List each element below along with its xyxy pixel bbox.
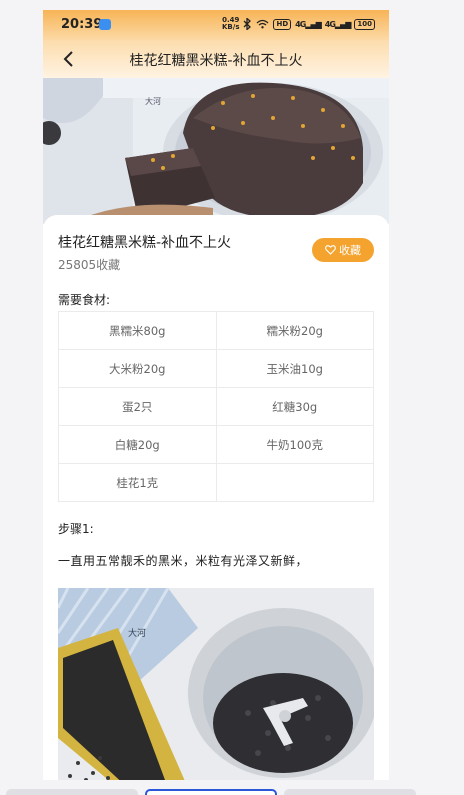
table-row: 白糖20g 牛奶100克 <box>59 426 374 464</box>
ingredient-cell: 大米粉20g <box>59 350 217 388</box>
step-image: 大河 <box>58 588 374 780</box>
step-label: 步骤1: <box>58 522 94 536</box>
network-speed: 0.49 KB/s <box>222 17 239 31</box>
signal-1: 4G▂▄▆ <box>295 19 322 29</box>
hero-image: 大河 <box>43 78 389 224</box>
favorite-button[interactable]: 收藏 <box>312 238 374 262</box>
signal-2: 4G▂▄▆ <box>324 19 352 29</box>
table-row: 黑糯米80g 糯米粉20g <box>59 312 374 350</box>
ingredient-cell: 牛奶100克 <box>216 426 374 464</box>
status-bar: 20:39 0.49 KB/s HD 4G▂▄▆ 4G▂▄▆ 100 <box>43 10 389 40</box>
status-indicators: 0.49 KB/s HD 4G▂▄▆ 4G▂▄▆ 100 <box>222 17 375 31</box>
recipe-title: 桂花红糖黑米糕-补血不上火 <box>58 235 232 251</box>
ingredient-cell: 玉米油10g <box>216 350 374 388</box>
nav-bar: 桂花红糖黑米糕-补血不上火 <box>43 40 389 78</box>
wifi-icon <box>257 19 269 29</box>
heart-icon <box>325 245 336 255</box>
ingredient-cell: 红糖30g <box>216 388 374 426</box>
favorite-count: 25805收藏 <box>58 258 121 272</box>
ingredient-cell: 桂花1克 <box>59 464 217 502</box>
ingredient-cell <box>216 464 374 502</box>
ingredients-table: 黑糯米80g 糯米粉20g 大米粉20g 玉米油10g 蛋2只 红糖30g 白糖… <box>58 311 374 502</box>
network-speed-unit: KB/s <box>222 23 240 31</box>
battery-icon: 100 <box>354 18 375 30</box>
step-watermark: 大河 <box>128 627 146 639</box>
phone-screen: 20:39 0.49 KB/s HD 4G▂▄▆ 4G▂▄▆ 100 桂花红糖黑… <box>43 10 389 780</box>
recipe-card: 桂花红糖黑米糕-补血不上火 25805收藏 收藏 需要食材: 黑糯米80g 糯米… <box>43 215 389 780</box>
hd-badge: HD <box>273 18 292 30</box>
favorite-button-label: 收藏 <box>339 244 361 257</box>
bluetooth-icon <box>244 18 252 30</box>
recent-app-thumb[interactable] <box>6 789 138 795</box>
step-text: 一直用五常靓禾的黑米，米粒有光泽又新鲜， <box>58 554 309 568</box>
page-title: 桂花红糖黑米糕-补血不上火 <box>129 53 303 69</box>
status-time: 20:39 <box>61 17 103 32</box>
table-row: 蛋2只 红糖30g <box>59 388 374 426</box>
ingredients-label: 需要食材: <box>58 293 111 307</box>
ingredient-cell: 糯米粉20g <box>216 312 374 350</box>
signal-2-label: 4G <box>324 19 336 29</box>
app-notification-icon <box>99 19 111 30</box>
ingredient-cell: 白糖20g <box>59 426 217 464</box>
hero-watermark: 大河 <box>145 96 161 106</box>
ingredient-cell: 黑糯米80g <box>59 312 217 350</box>
signal-1-label: 4G <box>295 19 306 29</box>
recent-app-thumb-active[interactable] <box>145 789 277 795</box>
table-row: 大米粉20g 玉米油10g <box>59 350 374 388</box>
ingredient-cell: 蛋2只 <box>59 388 217 426</box>
table-row: 桂花1克 <box>59 464 374 502</box>
recent-app-thumb[interactable] <box>284 789 416 795</box>
recent-apps-strip <box>0 787 464 795</box>
